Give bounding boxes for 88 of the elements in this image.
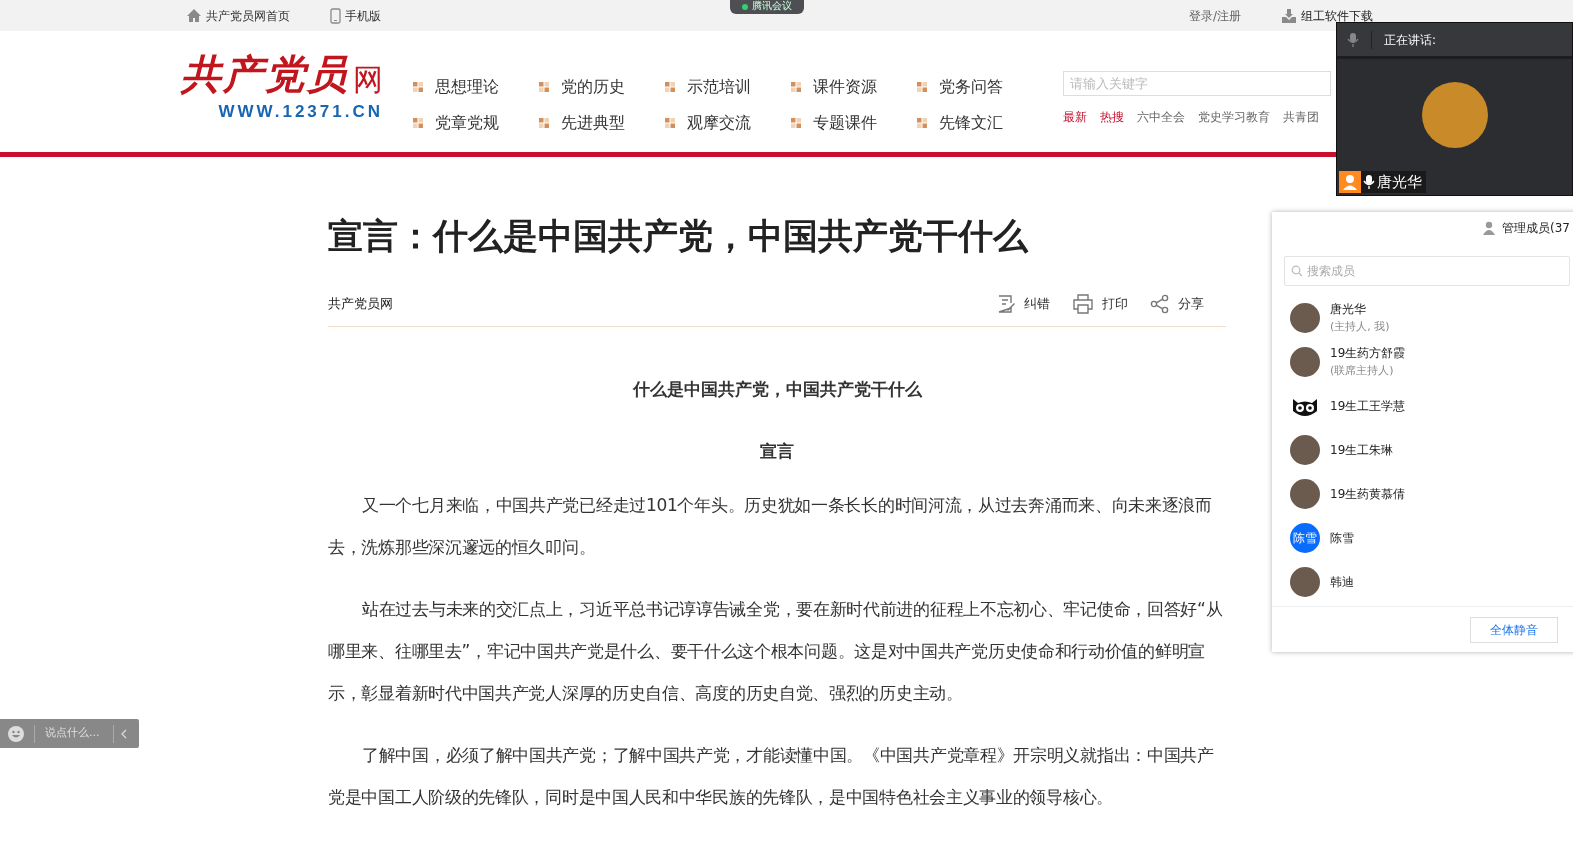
top-link[interactable]: 组工软件下载 bbox=[1301, 6, 1373, 25]
member-name: 唐光华 bbox=[1330, 301, 1367, 318]
square-bullet-icon bbox=[791, 82, 801, 92]
member-item[interactable]: 19生工王学慧 bbox=[1290, 384, 1564, 428]
edit-icon bbox=[996, 294, 1016, 314]
speaker-name: 唐光华 bbox=[1377, 171, 1422, 193]
member-item[interactable]: 唐光华 (主持人, 我) bbox=[1290, 296, 1564, 340]
hot-tag-link[interactable]: 六中全会 bbox=[1137, 108, 1185, 126]
square-bullet-icon bbox=[539, 118, 549, 128]
article-subtitle: 什么是中国共产党，中国共产党干什么 bbox=[631, 378, 923, 401]
nav-link[interactable]: 先锋文汇 bbox=[939, 111, 1003, 135]
search-icon bbox=[1291, 265, 1303, 277]
square-bullet-icon bbox=[665, 118, 675, 128]
nav-link[interactable]: 党章党规 bbox=[435, 111, 499, 135]
meeting-tab[interactable]: 腾讯会议 bbox=[730, 0, 804, 14]
article-title: 宣言：什么是中国共产党，中国共产党干什么 bbox=[328, 219, 1030, 254]
square-bullet-icon bbox=[539, 82, 549, 92]
member-name: 19生药黄慕倩 bbox=[1330, 485, 1406, 503]
microphone-icon bbox=[1347, 31, 1359, 48]
member-item[interactable]: 陈雪 陈雪 bbox=[1290, 516, 1564, 560]
member-item[interactable]: 19生药黄慕倩 bbox=[1290, 472, 1564, 516]
member-name: 19生工朱琳 bbox=[1330, 441, 1394, 459]
nav-link[interactable]: 专题课件 bbox=[813, 111, 877, 135]
member-item[interactable]: 韩迪 bbox=[1290, 560, 1564, 604]
avatar: 陈雪 bbox=[1290, 523, 1320, 553]
download-icon bbox=[1281, 7, 1297, 24]
top-link[interactable]: 共产党员网首页 bbox=[206, 6, 290, 25]
meeting-title: 腾讯会议 bbox=[752, 0, 792, 13]
square-bullet-icon bbox=[917, 118, 927, 128]
article-paragraph: 了解中国，必须了解中国共产党；了解中国共产党，才能读懂中国。《中国共产党章程》开宗明义就指出：中国共产党是中国工人阶级的先锋队，同时是中国人民和中华民族的先锋队，是中国特色社会主义事业的领导核心。 bbox=[328, 744, 1215, 809]
member-name: 韩迪 bbox=[1330, 573, 1354, 591]
nav-link[interactable]: 观摩交流 bbox=[687, 111, 751, 135]
chat-input[interactable]: 说点什么... bbox=[45, 725, 109, 742]
logo-suffix: 网 bbox=[353, 65, 383, 95]
nav-link[interactable]: 思想理论 bbox=[435, 75, 499, 99]
top-link[interactable]: 手机版 bbox=[345, 6, 381, 25]
share-icon bbox=[1150, 294, 1170, 314]
microphone-icon bbox=[1363, 173, 1375, 190]
member-search-field[interactable]: 搜索成员 bbox=[1284, 256, 1570, 286]
article-action-link[interactable]: 打印 bbox=[1102, 294, 1128, 314]
member-search-input[interactable]: 搜索成员 bbox=[1307, 262, 1563, 280]
avatar-photo-placeholder bbox=[1290, 435, 1320, 465]
square-bullet-icon bbox=[791, 118, 801, 128]
members-title: 管理成员(37 bbox=[1502, 220, 1570, 237]
member-role: (联席主持人) bbox=[1330, 363, 1395, 379]
article-heading: 宣言 bbox=[759, 439, 795, 463]
nav-link[interactable]: 先进典型 bbox=[561, 111, 625, 135]
nav-link[interactable]: 课件资源 bbox=[813, 75, 877, 99]
hot-tag-link[interactable]: 热搜 bbox=[1100, 108, 1124, 126]
chevron-left-icon[interactable] bbox=[120, 728, 128, 739]
nav-link[interactable]: 党务问答 bbox=[939, 75, 1003, 99]
top-link[interactable]: 登录/注册 bbox=[1188, 6, 1241, 25]
article-action-link[interactable]: 纠错 bbox=[1024, 294, 1050, 314]
square-bullet-icon bbox=[665, 82, 675, 92]
nav-link[interactable]: 党的历史 bbox=[561, 75, 625, 99]
article-paragraph: 又一个七月来临，中国共产党已经走过101个年头。历史犹如一条长长的时间河流，从过去奔涌而来、向未来逐浪而去，洗炼那些深沉邃远的恒久叩问。 bbox=[328, 494, 1213, 559]
chat-input-field[interactable]: 说点什么... bbox=[0, 719, 139, 748]
printer-icon bbox=[1072, 294, 1094, 314]
member-role: (主持人, 我) bbox=[1330, 319, 1390, 335]
member-name: 19生工王学慧 bbox=[1330, 397, 1406, 415]
square-bullet-icon bbox=[413, 118, 423, 128]
smiley-icon[interactable] bbox=[8, 725, 24, 742]
user-icon bbox=[1482, 221, 1497, 235]
member-name: 陈雪 bbox=[1330, 529, 1354, 547]
article-paragraph: 站在过去与未来的交汇点上，习近平总书记谆谆告诫全党，要在新时代前进的征程上不忘初心、牢记使命，回答好“从哪里来、往哪里去”，牢记中国共产党是什么、要干什么这个根本问题。这是对中国共产党历史使命和行动价值的鲜明宣示，彰显着新时代中国共产党人深厚的历史自信、高度的历史自觉、强烈的历史主动。 bbox=[328, 598, 1224, 705]
article-source: 共产党员网 bbox=[328, 295, 393, 314]
user-icon bbox=[1339, 170, 1361, 193]
avatar-photo-placeholder bbox=[1290, 567, 1320, 597]
hot-tag-link[interactable]: 党史学习教育 bbox=[1198, 108, 1270, 126]
square-bullet-icon bbox=[413, 82, 423, 92]
avatar-photo-placeholder bbox=[1290, 347, 1320, 377]
hot-tag-link[interactable]: 最新 bbox=[1063, 108, 1087, 126]
search-field[interactable]: 请输入关键字 bbox=[1063, 71, 1331, 96]
nav-link[interactable]: 示范培训 bbox=[687, 75, 751, 99]
square-bullet-icon bbox=[917, 82, 927, 92]
phone-icon bbox=[330, 7, 341, 24]
avatar-photo-placeholder bbox=[1290, 303, 1320, 333]
logo-url: WWW.12371.CN bbox=[218, 101, 383, 123]
member-item[interactable]: 19生药方舒霞 (联席主持人) bbox=[1290, 340, 1564, 384]
avatar-photo-placeholder bbox=[1290, 479, 1320, 509]
hot-tag-link[interactable]: 共青团 bbox=[1283, 108, 1319, 126]
member-name: 19生药方舒霞 bbox=[1330, 345, 1406, 362]
logo-title: 共产党员 bbox=[181, 55, 349, 95]
home-icon bbox=[186, 8, 202, 23]
mute-all-button[interactable]: 全体静音 bbox=[1470, 616, 1558, 643]
speaking-label: 正在讲话: bbox=[1371, 30, 1437, 49]
member-item[interactable]: 19生工朱琳 bbox=[1290, 428, 1564, 472]
article-action-link[interactable]: 分享 bbox=[1178, 294, 1204, 314]
